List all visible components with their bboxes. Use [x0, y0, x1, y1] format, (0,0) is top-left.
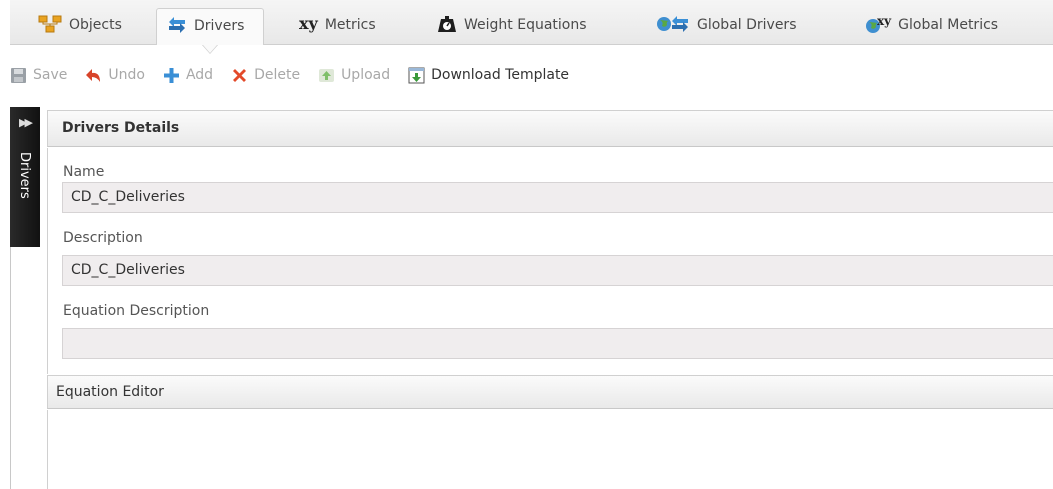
equation-editor-area[interactable]	[47, 410, 1053, 489]
drivers-details-header: Drivers Details	[47, 110, 1053, 147]
tab-label: Weight Equations	[464, 17, 587, 33]
drivers-side-rail[interactable]: ▶▶ Drivers	[10, 107, 40, 247]
rail-divider	[10, 247, 11, 489]
undo-button[interactable]: Undo	[85, 67, 145, 84]
expand-icon[interactable]: ▶▶	[19, 116, 33, 129]
tab-label: Global Metrics	[898, 17, 999, 33]
add-label: Add	[185, 67, 214, 83]
panel-title: Drivers Details	[62, 120, 180, 136]
tab-objects[interactable]: Objects	[28, 8, 132, 44]
undo-icon	[86, 68, 101, 82]
xy-icon: xy	[877, 14, 892, 28]
drivers-icon	[169, 17, 185, 33]
tab-label: Metrics	[324, 17, 376, 33]
upload-icon	[319, 68, 335, 82]
delete-icon	[233, 68, 247, 82]
tab-label: Drivers	[194, 18, 245, 34]
add-button[interactable]: Add	[163, 67, 213, 84]
equation-editor-header: Equation Editor	[47, 375, 1053, 409]
tab-label: Global Drivers	[697, 17, 797, 33]
tab-metrics[interactable]: xy Metrics	[289, 8, 386, 44]
name-field[interactable]: CD_C_Deliveries	[62, 182, 1053, 213]
objects-icon	[38, 15, 62, 33]
scale-icon	[438, 16, 456, 32]
save-icon	[11, 67, 26, 83]
save-label: Save	[33, 67, 68, 83]
name-label: Name	[63, 164, 105, 180]
xy-icon: xy	[299, 14, 318, 33]
undo-label: Undo	[108, 67, 145, 83]
save-button[interactable]: Save	[10, 67, 67, 84]
equation-description-field[interactable]	[62, 328, 1053, 359]
description-label: Description	[63, 230, 143, 246]
download-icon	[408, 67, 425, 83]
download-template-button[interactable]: Download Template	[408, 67, 569, 84]
rail-label: Drivers	[17, 152, 32, 199]
tab-weight-equations[interactable]: Weight Equations	[427, 8, 597, 44]
delete-label: Delete	[254, 67, 301, 83]
tab-global-drivers[interactable]: Global Drivers	[646, 8, 806, 44]
tab-global-metrics[interactable]: xy Global Metrics	[855, 8, 1008, 44]
globe-drivers-icon	[657, 16, 688, 32]
tab-bar: Objects Drivers xy Metrics Weight Equati…	[10, 0, 1053, 54]
description-field[interactable]: CD_C_Deliveries	[62, 255, 1053, 286]
upload-button[interactable]: Upload	[318, 67, 390, 84]
tab-label: Objects	[69, 17, 122, 33]
download-label: Download Template	[431, 67, 570, 83]
plus-icon	[163, 67, 179, 83]
toolbar: Save Undo Add Delete Upload Download Tem…	[10, 61, 587, 89]
delete-button[interactable]: Delete	[231, 67, 300, 84]
equation-description-label: Equation Description	[63, 303, 210, 319]
upload-label: Upload	[341, 67, 391, 83]
panel-title: Equation Editor	[56, 384, 164, 400]
tab-drivers[interactable]: Drivers	[156, 8, 264, 54]
globe-xy-icon: xy	[865, 14, 892, 35]
